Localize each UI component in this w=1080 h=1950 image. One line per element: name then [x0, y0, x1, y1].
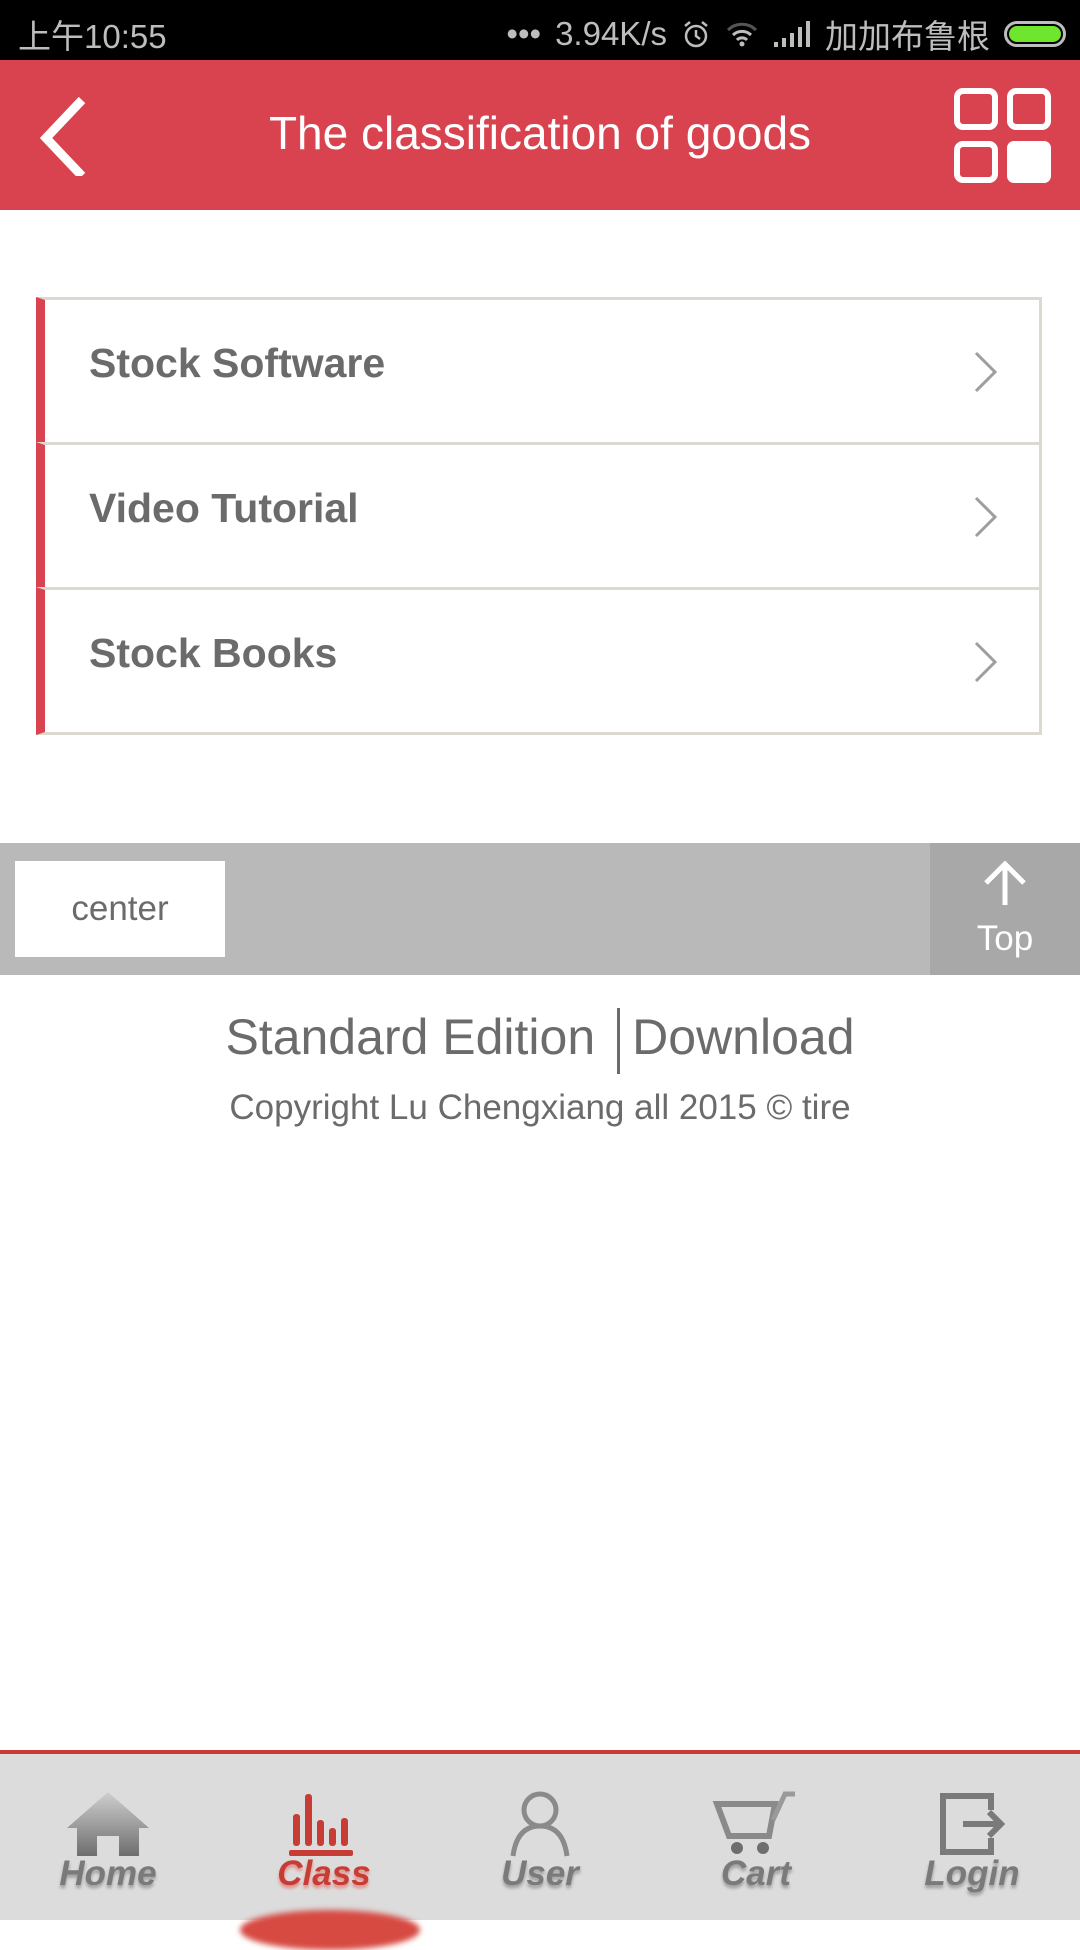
- grid-menu-button[interactable]: [954, 88, 1052, 184]
- standard-edition-link[interactable]: Standard Edition: [225, 1008, 595, 1066]
- bar-chart-icon: [289, 1794, 353, 1856]
- category-list: Stock Software Video Tutorial Stock Book…: [36, 297, 1042, 735]
- category-item-stock-books[interactable]: Stock Books: [36, 587, 1042, 735]
- status-time: 上午10:55: [18, 18, 167, 55]
- chevron-right-icon: [974, 351, 998, 393]
- signal-icon: [774, 21, 810, 47]
- tab-label: Login: [924, 1854, 1020, 1893]
- tab-label: User: [501, 1854, 579, 1893]
- link-divider: [617, 1008, 621, 1074]
- status-right: ••• 3.94K/s 加加布鲁根: [506, 10, 1066, 58]
- tab-home[interactable]: Home: [0, 1754, 216, 1920]
- chevron-right-icon: [974, 496, 998, 538]
- active-tab-indicator: [240, 1910, 420, 1950]
- alarm-icon: [684, 21, 708, 48]
- footer-bar: center Top: [0, 843, 1080, 975]
- tab-user[interactable]: User: [432, 1754, 648, 1920]
- network-speed: 3.94K/s: [555, 15, 667, 52]
- category-label: Stock Books: [89, 630, 338, 676]
- tab-login[interactable]: Login: [864, 1754, 1080, 1920]
- back-to-top-button[interactable]: Top: [930, 843, 1080, 975]
- app-header: The classification of goods: [0, 60, 1080, 210]
- category-label: Video Tutorial: [89, 485, 359, 531]
- bottom-tab-bar: Home Class User Cart Login: [0, 1750, 1080, 1950]
- tab-label: Cart: [720, 1854, 792, 1893]
- page-title: The classification of goods: [268, 107, 812, 159]
- user-icon: [510, 1791, 570, 1857]
- wifi-icon: [726, 22, 758, 47]
- category-label: Stock Software: [89, 340, 386, 386]
- more-dots-icon: •••: [506, 15, 542, 52]
- footer-links: Standard Edition Download: [0, 1008, 1080, 1074]
- tab-class[interactable]: Class: [216, 1754, 432, 1920]
- category-item-video-tutorial[interactable]: Video Tutorial: [36, 442, 1042, 590]
- center-button[interactable]: center: [15, 861, 225, 957]
- grid-icon: [954, 88, 1051, 183]
- download-link[interactable]: Download: [632, 1008, 854, 1066]
- carrier-name: 加加布鲁根: [825, 18, 990, 55]
- copyright-text: Copyright Lu Chengxiang all 2015 © tire: [229, 1088, 851, 1127]
- home-icon: [67, 1792, 149, 1856]
- tab-label: Class: [277, 1854, 371, 1893]
- tab-label: Home: [59, 1854, 157, 1893]
- status-bar: 上午10:55 ••• 3.94K/s 加加布鲁根: [0, 0, 1080, 60]
- arrow-up-icon: [984, 861, 1026, 905]
- battery-level: [1009, 26, 1061, 42]
- category-item-stock-software[interactable]: Stock Software: [36, 297, 1042, 445]
- chevron-right-icon: [974, 641, 998, 683]
- top-label: Top: [976, 919, 1034, 958]
- cart-icon: [712, 1791, 795, 1854]
- battery-icon: [1004, 21, 1066, 47]
- login-icon: [940, 1793, 1006, 1855]
- tab-cart[interactable]: Cart: [648, 1754, 864, 1920]
